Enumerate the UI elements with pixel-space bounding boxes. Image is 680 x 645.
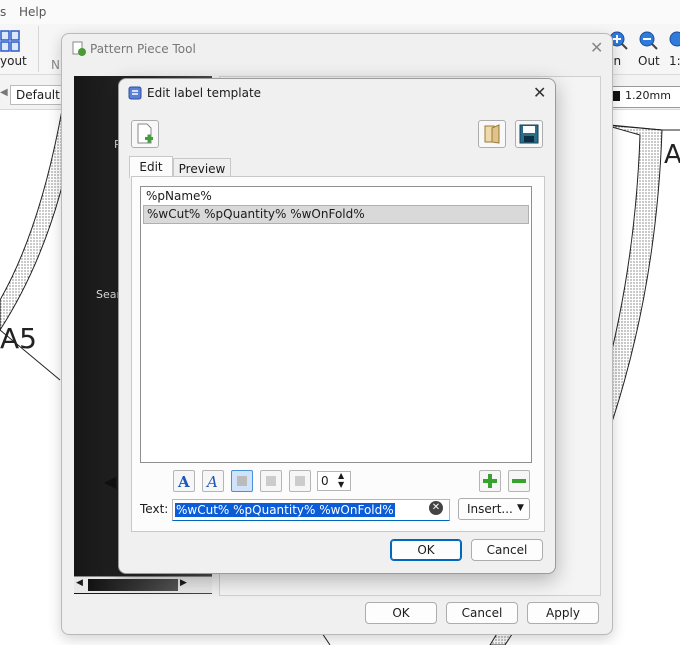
tab-edit[interactable]: Edit [129, 156, 173, 178]
chevron-down-icon: ▼ [517, 503, 524, 513]
minus-icon [512, 479, 526, 483]
spin-down-icon[interactable]: ▼ [338, 480, 344, 489]
zoom-original-label: 1: [669, 54, 680, 68]
align-right-icon [295, 476, 305, 486]
line-width-swatch [612, 91, 620, 101]
bold-font-icon: A [177, 473, 190, 491]
font-size-spinbox[interactable]: 0 ▲ ▼ [317, 471, 351, 491]
open-folder-icon [484, 124, 500, 144]
pattern-piece-tool-title: Pattern Piece Tool [90, 42, 196, 56]
spin-up-icon[interactable]: ▲ [338, 471, 344, 480]
pattern-piece-icon [72, 41, 86, 56]
line-style-select[interactable]: Default [10, 85, 64, 105]
horizontal-scrollbar[interactable]: ◀ ▶ [74, 576, 212, 593]
cancel-button[interactable]: Cancel [471, 539, 543, 561]
zoom-original-icon [669, 31, 680, 47]
piece-label-a: A [664, 140, 680, 170]
new-template-button[interactable] [131, 120, 159, 148]
new-document-icon [137, 123, 153, 144]
close-icon[interactable]: ✕ [590, 40, 603, 56]
cancel-button[interactable]: Cancel [446, 602, 518, 624]
italic-font-icon: A [205, 473, 218, 491]
insert-dropdown[interactable]: Insert... ▼ [458, 498, 530, 520]
bold-button[interactable]: A [173, 470, 195, 492]
arrow-left-icon: ◀ [0, 87, 8, 98]
zoom-original-button[interactable]: 1: [668, 30, 680, 70]
remove-line-button[interactable] [508, 470, 530, 492]
italic-button[interactable]: A [202, 470, 224, 492]
align-center-button[interactable] [260, 470, 282, 492]
zoom-out-label: Out [638, 54, 660, 68]
list-item[interactable]: %pName% [143, 188, 529, 205]
line-style-value: Default [16, 88, 60, 102]
label-template-icon [128, 86, 142, 100]
layout-button[interactable]: yout [0, 28, 28, 68]
export-template-button[interactable] [515, 120, 543, 148]
zoom-out-icon [639, 31, 658, 50]
toolbar-partial-label: N [51, 58, 60, 72]
menu-item-partial[interactable]: s [0, 5, 6, 19]
font-size-value: 0 [321, 474, 329, 488]
menu-bar: s Help [0, 0, 680, 25]
ok-button[interactable]: OK [365, 602, 437, 624]
plus-icon [483, 474, 497, 488]
line-width-value: 1.20mm [625, 89, 671, 102]
dialog-title: Edit label template [147, 86, 262, 100]
scroll-left-icon[interactable]: ◀ [76, 578, 83, 588]
list-item-selected[interactable]: %wCut% %pQuantity% %wOnFold% [143, 205, 529, 224]
text-input[interactable]: %wCut% %pQuantity% %wOnFold% ✕ [172, 499, 450, 521]
insert-label: Insert... [467, 502, 513, 516]
text-label: Text: [140, 502, 169, 516]
add-line-button[interactable] [479, 470, 501, 492]
svg-text:A: A [205, 473, 218, 491]
layout-icon [0, 30, 20, 52]
scrollbar-thumb[interactable] [88, 579, 178, 591]
edit-label-template-dialog: Edit label template ✕ Edit Preview %pNam… [118, 78, 556, 574]
apply-button[interactable]: Apply [527, 602, 599, 624]
import-template-button[interactable] [478, 120, 506, 148]
arrow-left-icon[interactable]: ◀ [104, 472, 116, 491]
template-lines-list[interactable]: %pName% %wCut% %pQuantity% %wOnFold% [140, 186, 532, 463]
scroll-right-icon[interactable]: ▶ [180, 578, 187, 588]
align-right-button[interactable] [289, 470, 311, 492]
toolbar-divider [38, 26, 39, 72]
align-left-icon [237, 476, 247, 486]
text-input-value: %wCut% %pQuantity% %wOnFold% [175, 503, 395, 517]
line-width-select[interactable]: 1.20mm [608, 86, 680, 108]
ok-button[interactable]: OK [390, 539, 462, 561]
close-icon[interactable]: ✕ [533, 85, 546, 101]
clear-icon[interactable]: ✕ [429, 501, 443, 515]
layout-label: yout [0, 54, 27, 68]
svg-text:A: A [177, 473, 190, 491]
align-center-icon [266, 476, 276, 486]
menu-item-help[interactable]: Help [19, 5, 46, 19]
zoom-out-button[interactable]: Out [636, 30, 662, 70]
save-icon [519, 124, 539, 144]
piece-label-a5: A5 [0, 322, 37, 355]
align-left-button[interactable] [231, 470, 253, 492]
